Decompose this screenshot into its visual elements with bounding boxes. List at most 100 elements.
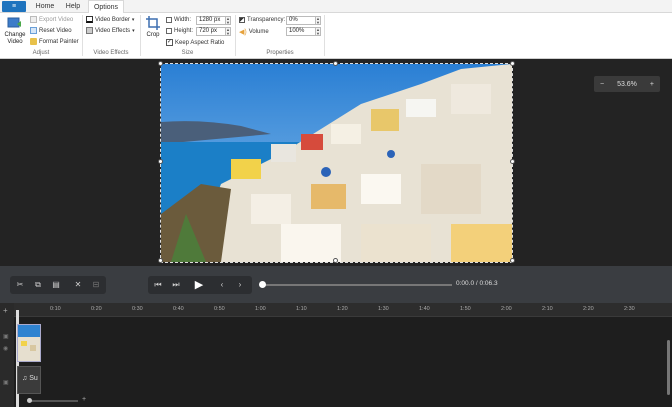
timeline-tracks [0,317,672,407]
volume-stepper[interactable]: ▲ ▼ [315,27,321,36]
ribbon: Change Video Export Video Reset Video Fo… [0,13,672,59]
video-border-button[interactable]: Video Border ▾ [86,16,134,23]
ruler-tick-label: 1:00 [255,306,266,312]
ruler-tick-label: 0:50 [214,306,225,312]
audio-clip[interactable]: ♫ Su [17,366,41,394]
volume-label: ◀) Volume [239,29,269,36]
border-icon [86,16,93,23]
transport-toolbar: ⏮ ⏭ ▶ ‹ › [148,276,252,294]
keep-aspect-ratio-label: Keep Aspect Ratio [175,39,225,46]
adjust-group-label: Adjust [32,50,50,56]
seek-bar[interactable] [262,284,452,286]
edit-toolbar: ✂ ⧉ ▤ ✕ ⊟ [10,276,106,294]
split-icon[interactable]: ✕ [70,276,86,294]
transparency-icon [239,17,245,23]
timeline-scrollbar[interactable] [667,340,670,395]
ruler-tick-label: 1:20 [337,306,348,312]
ruler-tick-label: 0:20 [91,306,102,312]
timeline-zoom-in-icon[interactable]: + [82,396,86,403]
paintbrush-icon [30,38,37,45]
copy-icon[interactable]: ⧉ [30,276,46,294]
timeline-zoom-slider[interactable] [28,400,78,402]
resize-handle-ne[interactable] [510,61,515,66]
lock-icon[interactable]: ▣ [3,333,9,340]
change-video-button[interactable]: Change Video [4,16,26,48]
transparency-stepper[interactable]: ▲ ▼ [315,16,321,25]
resize-handle-se[interactable] [510,258,515,263]
speaker-icon: ◀) [239,29,247,36]
ruler-tick-label: 0:30 [132,306,143,312]
clip-thumbnail [18,325,40,361]
zoom-out-button[interactable]: − [600,81,604,88]
tab-help[interactable]: Help [60,0,86,13]
timeline-ruler[interactable]: 0:10 0:20 0:30 0:40 0:50 1:00 1:10 1:20 1:30 1:40… [0,303,672,317]
width-input[interactable]: 1280 px [196,16,226,25]
keep-aspect-ratio-checkbox[interactable]: ✓ Keep Aspect Ratio [166,39,224,46]
export-video-button[interactable]: Export Video [30,16,73,23]
visibility-icon[interactable]: ◉ [3,345,8,352]
ruler-tick-label: 1:30 [378,306,389,312]
video-clip[interactable] [17,324,41,362]
width-label: Width: [166,17,191,23]
width-icon [166,17,172,23]
zoom-control: − 53.6% + [594,76,660,92]
zoom-in-button[interactable]: + [650,81,654,88]
ruler-tick-label: 2:20 [583,306,594,312]
effects-icon [86,27,93,34]
music-note-icon: ♫ [22,375,28,382]
paste-icon[interactable]: ▤ [48,276,64,294]
timeline-zoom-handle[interactable] [27,398,32,403]
dropdown-arrow-icon: ▾ [131,16,135,23]
reset-video-button[interactable]: Reset Video [30,27,72,34]
crop-label: Crop [146,32,160,38]
audio-clip-label: Su [29,375,38,382]
resize-handle-sw[interactable] [158,258,163,263]
selection-frame [160,63,513,263]
resize-handle-s[interactable] [333,258,338,263]
ribbon-tabs: ≡ Home Help Options [0,0,672,14]
ruler-tick-label: 2:10 [542,306,553,312]
trim-icon[interactable]: ⊟ [88,276,104,294]
crop-button[interactable]: Crop [144,16,162,38]
video-effects-button[interactable]: Video Effects ▾ [86,27,135,34]
resize-handle-n[interactable] [333,61,338,66]
height-stepper[interactable]: ▲ ▼ [225,27,231,36]
export-video-label: Export Video [39,16,74,23]
seek-handle[interactable] [259,281,266,288]
width-stepper[interactable]: ▲ ▼ [225,16,231,25]
tab-options[interactable]: Options [88,0,124,14]
ruler-tick-label: 1:40 [419,306,430,312]
format-painter-label: Format Painter [39,38,79,45]
file-menu-button[interactable]: ≡ [2,1,26,12]
reset-video-label: Reset Video [39,27,72,34]
resize-handle-e[interactable] [510,159,515,164]
video-border-label: Video Border [95,16,130,23]
transparency-input[interactable]: 0% [286,16,316,25]
size-group-label: Size [181,50,194,56]
ruler-tick-label: 1:10 [296,306,307,312]
resize-handle-nw[interactable] [158,61,163,66]
tab-home[interactable]: Home [32,0,58,13]
reset-icon [30,27,37,34]
divider [324,15,325,56]
format-painter-button[interactable]: Format Painter [30,38,79,45]
next-frame-icon[interactable]: › [232,276,248,294]
height-input[interactable]: 720 px [196,27,226,36]
previous-frame-icon[interactable]: ‹ [214,276,230,294]
skip-back-icon[interactable]: ⏮ [150,276,166,294]
ruler-tick-label: 2:00 [501,306,512,312]
add-track-icon[interactable]: + [3,306,8,315]
cut-icon[interactable]: ✂ [12,276,28,294]
play-button[interactable]: ▶ [188,276,210,294]
change-video-icon [7,17,21,28]
height-icon [166,28,172,34]
skip-forward-icon[interactable]: ⏭ [168,276,184,294]
export-icon [30,16,37,23]
change-video-label: Change Video [4,32,26,45]
volume-input[interactable]: 100% [286,27,316,36]
ruler-tick-label: 1:50 [460,306,471,312]
ruler-tick-label: 0:10 [50,306,61,312]
audio-lock-icon[interactable]: ▣ [3,379,9,386]
resize-handle-w[interactable] [158,159,163,164]
checkbox-checked-icon: ✓ [166,39,173,46]
